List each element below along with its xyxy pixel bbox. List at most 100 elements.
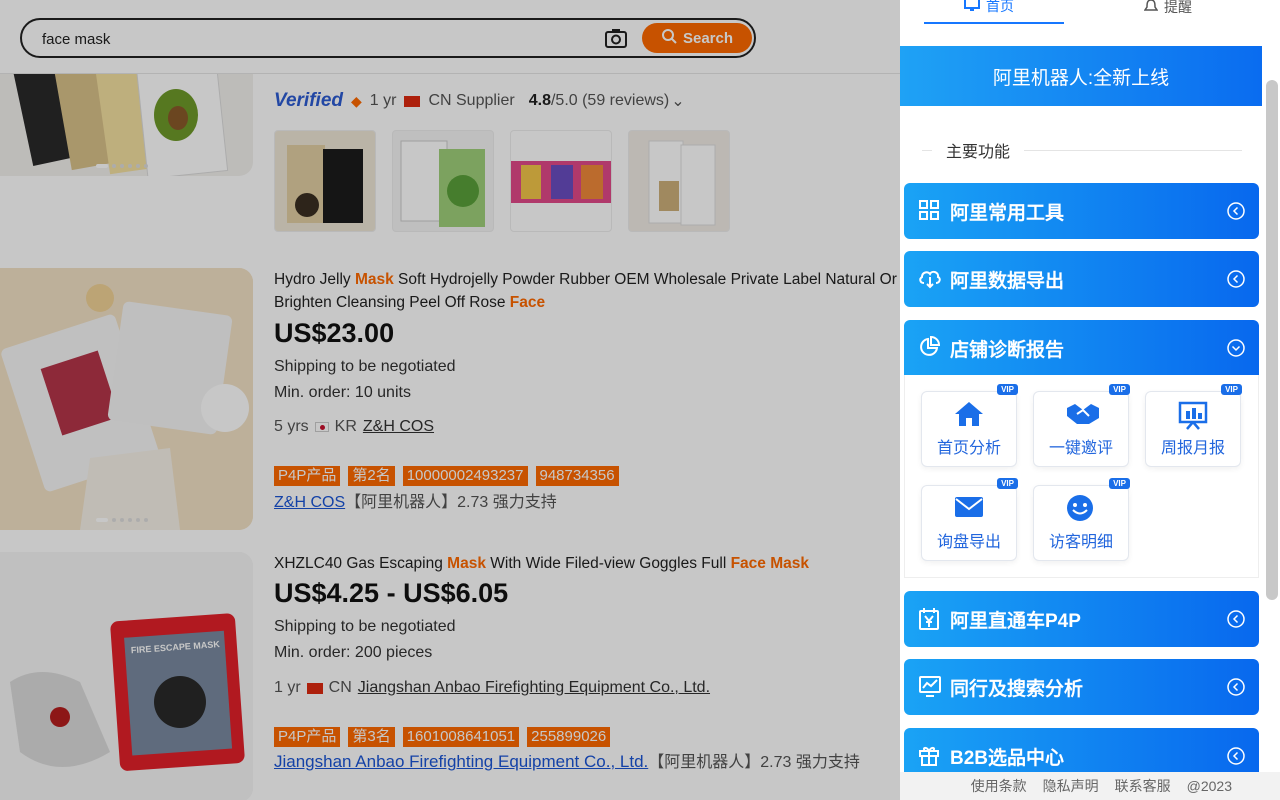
promo-banner[interactable]: 阿里机器人:全新上线 (900, 46, 1262, 106)
support-text: 【阿里机器人】2.73 强力支持 (648, 754, 860, 771)
supplier-country: KR (334, 418, 357, 435)
title-text: XHZLC40 Gas Escaping (274, 555, 448, 572)
chevron-left-icon[interactable] (1227, 678, 1245, 696)
product-image[interactable] (0, 60, 253, 176)
title-text: Soft Hydrojelly Powder Rubber OEM Wholes… (393, 271, 897, 288)
shipping-text: Shipping to be negotiated (274, 618, 456, 635)
thumbnail[interactable] (628, 130, 730, 232)
supplier-link[interactable]: Z&H COS (363, 418, 434, 436)
footer-copyright: @2023 (1186, 778, 1232, 794)
tab-reminder[interactable]: 提醒 (1143, 0, 1192, 24)
diamond-icon: ◆ (351, 92, 362, 109)
tag-p4p: P4P产品 (274, 466, 341, 486)
section-title-text: 主要功能 (946, 144, 1011, 161)
product-card[interactable]: FIRE ESCAPE MASK XHZLC40 Gas Escaping Ma… (0, 552, 900, 800)
bell-icon (1143, 0, 1159, 16)
accordion-p4p[interactable]: 阿里直通车P4P (904, 591, 1259, 647)
card-visitor-details[interactable]: VIP 访客明细 (1033, 478, 1130, 561)
title-highlight: Face Mask (730, 555, 809, 572)
chevron-down-icon[interactable]: ⌄ (671, 91, 684, 111)
monitor-icon (964, 0, 980, 15)
support-supplier-link[interactable]: Jiangshan Anbao Firefighting Equipment C… (274, 752, 648, 771)
chart-monitor-icon (918, 675, 942, 699)
panel-footer: 使用条款 隐私声明 联系客服 @2023 (900, 772, 1280, 800)
supplier-link[interactable]: Jiangshan Anbao Firefighting Equipment C… (358, 679, 710, 697)
camera-icon[interactable] (604, 27, 628, 49)
thumbnail[interactable] (392, 130, 494, 232)
section-title: 主要功能 (922, 138, 1242, 162)
card-homepage-analysis[interactable]: VIP 首页分析 (921, 384, 1018, 467)
store-report-body: VIP 首页分析 VIP 一键邀评 VIP 周报月报 VIP 询盘导出 VIP … (904, 375, 1259, 578)
search-icon (661, 28, 677, 48)
search-input[interactable] (42, 29, 582, 49)
supplier-country: CN Supplier (428, 92, 515, 109)
tag-id: 10000002493237 (402, 466, 528, 486)
yen-calendar-icon (918, 607, 942, 631)
chevron-left-icon[interactable] (1227, 270, 1245, 288)
card-weekly-monthly-report[interactable]: VIP 周报月报 (1145, 384, 1242, 467)
search-button[interactable]: Search (642, 23, 752, 53)
product-title[interactable]: XHZLC40 Gas Escaping Mask With Wide File… (274, 552, 809, 575)
vip-badge: VIP (1109, 478, 1130, 489)
cloud-download-icon (918, 267, 942, 291)
search-results-page: Verified ◆ 1 yr CN Supplier 4.8/5.0 (59 … (0, 0, 900, 800)
vip-badge: VIP (997, 478, 1018, 489)
title-text: With Wide Filed-view Goggles Full (485, 555, 731, 572)
supplier-row: 1 yr CN Jiangshan Anbao Firefighting Equ… (274, 679, 710, 697)
vip-badge: VIP (1221, 384, 1242, 395)
product-card[interactable]: Hydro Jelly Mask Soft Hydrojelly Powder … (0, 268, 900, 533)
tab-home-label: 首页 (986, 0, 1014, 14)
accordion-label: 阿里常用工具 (950, 202, 1065, 224)
thumbnail[interactable] (274, 130, 376, 232)
product-image[interactable]: FIRE ESCAPE MASK (0, 552, 253, 800)
footer-privacy-link[interactable]: 隐私声明 (1043, 776, 1099, 796)
accordion-store-report[interactable]: 店铺诊断报告 (904, 320, 1259, 376)
card-invite-review[interactable]: VIP 一键邀评 (1033, 384, 1130, 467)
product-image[interactable] (0, 268, 253, 530)
smile-icon (1065, 494, 1097, 522)
handshake-icon (1065, 400, 1099, 428)
accordion-competitor-analysis[interactable]: 同行及搜索分析 (904, 659, 1259, 715)
card-label: 首页分析 (936, 440, 1001, 457)
chevron-left-icon[interactable] (1227, 747, 1245, 765)
report-board-icon (1177, 400, 1209, 430)
search-bar: Search (20, 18, 756, 58)
cn-flag-icon (306, 682, 323, 694)
thumbnail[interactable] (510, 130, 612, 232)
card-label: 访客明细 (1048, 534, 1113, 551)
grid-icon (918, 199, 942, 223)
chevron-left-icon[interactable] (1227, 202, 1245, 220)
rating-suffix: /5.0 (59 reviews) (550, 92, 670, 109)
home-icon (953, 400, 985, 428)
search-header: Search (0, 0, 900, 74)
tag-code: 255899026 (527, 727, 611, 747)
footer-support-link[interactable]: 联系客服 (1115, 776, 1171, 796)
divider (922, 149, 932, 151)
product-title[interactable]: Hydro Jelly Mask Soft Hydrojelly Powder … (274, 268, 897, 314)
accordion-common-tools[interactable]: 阿里常用工具 (904, 183, 1259, 239)
tab-reminder-label: 提醒 (1164, 0, 1192, 15)
panel-scrollbar[interactable] (1266, 80, 1278, 600)
card-label: 一键邀评 (1048, 440, 1113, 457)
accordion-label: 阿里直通车P4P (950, 610, 1081, 632)
support-supplier-link[interactable]: Z&H COS (274, 494, 345, 511)
footer-terms-link[interactable]: 使用条款 (971, 776, 1027, 796)
support-line: Jiangshan Anbao Firefighting Equipment C… (274, 748, 860, 772)
search-button-label: Search (682, 29, 734, 47)
chevron-down-icon[interactable] (1227, 339, 1245, 357)
min-order-text: Min. order: 10 units (274, 384, 411, 401)
shipping-text: Shipping to be negotiated (274, 358, 456, 375)
vip-badge: VIP (997, 384, 1018, 395)
tag-list: P4P产品 第2名 10000002493237 948734356 (274, 466, 619, 486)
tag-rank: 第2名 (348, 466, 395, 486)
carousel-dots[interactable] (96, 518, 148, 522)
vip-badge: VIP (1109, 384, 1130, 395)
chevron-left-icon[interactable] (1227, 610, 1245, 628)
tab-home[interactable]: 首页 (924, 0, 1064, 24)
supplier-years: 1 yr (274, 679, 301, 696)
card-inquiry-export[interactable]: VIP 询盘导出 (921, 478, 1018, 561)
carousel-dots[interactable] (96, 164, 148, 168)
accordion-label: 同行及搜索分析 (950, 678, 1084, 700)
accordion-data-export[interactable]: 阿里数据导出 (904, 251, 1259, 307)
tag-list: P4P产品 第3名 1601008641051 255899026 (274, 727, 611, 747)
